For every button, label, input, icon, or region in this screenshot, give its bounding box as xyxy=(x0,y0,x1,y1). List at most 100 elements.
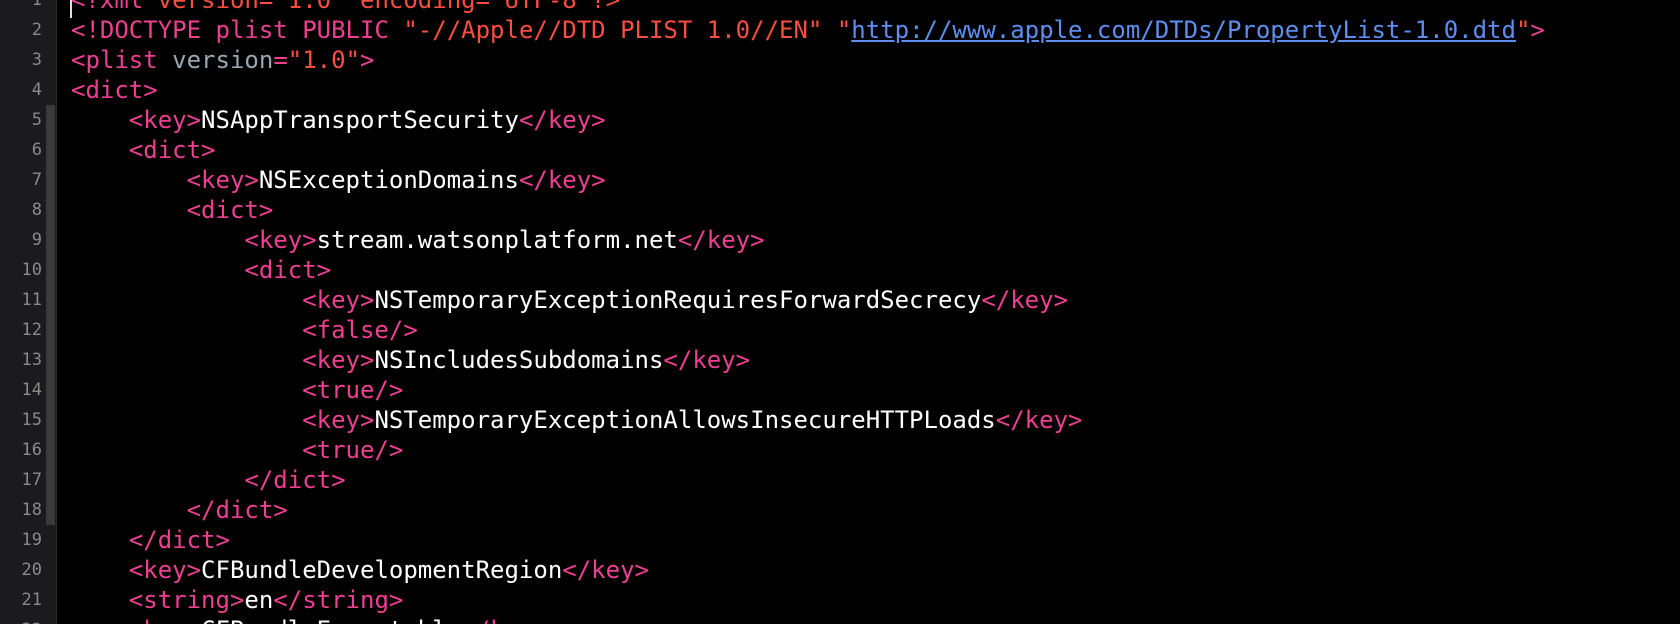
xml-tag: </key> xyxy=(562,556,649,584)
line-number: 13 xyxy=(21,350,42,370)
code-line[interactable]: <string>en</string> xyxy=(71,585,404,615)
line-number: 21 xyxy=(21,590,42,610)
line-number: 14 xyxy=(21,380,42,400)
code-line[interactable]: <dict> xyxy=(71,255,331,285)
xml-tag: </key> xyxy=(461,616,548,624)
code-line[interactable]: <key>NSExceptionDomains</key> xyxy=(71,165,606,195)
xml-tag: </key> xyxy=(677,226,765,254)
line-number-gutter: 12345678910111213141516171819202122 xyxy=(0,0,57,624)
line-number: 22 xyxy=(0,615,42,624)
code-area[interactable]: <?xml version="1.0" encoding="UTF-8"?> <!… xyxy=(57,0,1680,624)
code-line[interactable]: <plist version="1.0"> xyxy=(71,45,374,75)
xml-tag: <dict> xyxy=(244,256,332,284)
text-value: NSTemporaryExceptionRequiresForwardSecre… xyxy=(374,286,982,314)
code-line[interactable]: <dict> xyxy=(71,75,158,105)
code-line[interactable]: <!DOCTYPE plist PUBLIC "-//Apple//DTD PL… xyxy=(71,15,1545,45)
text-value: CFBundleDevelopmentRegion xyxy=(201,556,563,584)
xml-tag: </key> xyxy=(518,166,606,194)
xml-tag: <dict> xyxy=(128,136,216,164)
xml-tag: > xyxy=(1530,16,1545,44)
xml-tag: <!DOCTYPE plist PUBLIC xyxy=(71,16,404,44)
xml-tag: = xyxy=(273,46,288,74)
line-number: 18 xyxy=(21,500,42,520)
xml-tag: <string> xyxy=(128,586,245,614)
line-number: 4 xyxy=(31,80,42,100)
code-line[interactable]: <false/> xyxy=(71,315,418,345)
text-value: en xyxy=(244,586,274,614)
code-line[interactable]: </dict> xyxy=(71,525,230,555)
xml-tag: </string> xyxy=(273,586,404,614)
line-number: 10 xyxy=(21,260,42,280)
url-link[interactable]: http://www.apple.com/DTDs/PropertyList-1… xyxy=(851,16,1516,44)
xml-tag: <false/> xyxy=(302,316,418,344)
text-value: NSAppTransportSecurity xyxy=(201,106,519,134)
code-line[interactable]: <key>CFBundleExecutable</key> xyxy=(71,615,548,624)
code-fold-indicator[interactable] xyxy=(46,285,55,465)
text-value: NSTemporaryExceptionAllowsInsecureHTTPLo… xyxy=(374,406,996,434)
line-number: 11 xyxy=(21,290,42,310)
code-line[interactable]: <key>NSIncludesSubdomains</key> xyxy=(71,345,750,375)
code-line[interactable]: <key>NSTemporaryExceptionAllowsInsecureH… xyxy=(71,405,1082,435)
string-literal: " xyxy=(1515,16,1531,44)
xml-tag: <key> xyxy=(128,556,202,584)
xml-tag: <plist xyxy=(71,46,173,74)
string-literal: "-//Apple//DTD PLIST 1.0//EN" " xyxy=(403,16,852,44)
text-value: CFBundleExecutable xyxy=(201,616,461,624)
code-line[interactable]: </dict> xyxy=(71,465,346,495)
line-number: 19 xyxy=(21,530,42,550)
line-number: 12 xyxy=(21,320,42,340)
code-line[interactable]: <?xml version="1.0" encoding="UTF-8"?> xyxy=(71,0,620,15)
xml-tag: </dict> xyxy=(186,496,288,524)
line-number: 8 xyxy=(31,200,42,220)
xml-tag: <key> xyxy=(302,406,375,434)
code-line[interactable]: <true/> xyxy=(71,375,403,405)
xml-tag: </key> xyxy=(981,286,1069,314)
line-number: 3 xyxy=(31,50,42,70)
xml-tag: <dict> xyxy=(186,196,274,224)
code-line[interactable]: <true/> xyxy=(71,435,403,465)
line-number: 2 xyxy=(31,20,42,40)
xml-tag: </dict> xyxy=(244,466,346,494)
code-line[interactable]: <key>stream.watsonplatform.net</key> xyxy=(71,225,765,255)
code-editor[interactable]: 12345678910111213141516171819202122 <?xm… xyxy=(0,0,1680,624)
xml-tag: > xyxy=(360,46,375,74)
xml-tag: <?xml xyxy=(71,0,158,14)
code-line[interactable]: <key>NSTemporaryExceptionRequiresForward… xyxy=(71,285,1068,315)
line-number: 1 xyxy=(31,0,42,10)
line-number: 16 xyxy=(21,440,42,460)
code-line[interactable]: <key>NSAppTransportSecurity</key> xyxy=(71,105,606,135)
code-line[interactable]: <dict> xyxy=(71,195,274,225)
xml-tag: <key> xyxy=(302,286,375,314)
text-value: stream.watsonplatform.net xyxy=(316,226,678,254)
xml-tag: </key> xyxy=(518,106,606,134)
xml-tag: <key> xyxy=(128,106,202,134)
xml-tag: <key> xyxy=(302,346,375,374)
line-number: 17 xyxy=(21,470,42,490)
text-value: NSIncludesSubdomains xyxy=(374,346,664,374)
xml-tag: <key> xyxy=(129,616,201,624)
xml-tag: <true/> xyxy=(302,376,404,404)
string-literal: "1.0" xyxy=(287,46,361,74)
xml-tag: </key> xyxy=(995,406,1083,434)
xml-tag: <true/> xyxy=(302,436,404,464)
code-line[interactable]: <key>CFBundleDevelopmentRegion</key> xyxy=(71,555,649,585)
code-line[interactable]: </dict> xyxy=(71,495,288,525)
xml-tag: <key> xyxy=(244,226,317,254)
xml-tag: </key> xyxy=(663,346,751,374)
code-line[interactable]: <dict> xyxy=(71,135,216,165)
xml-tag: <dict> xyxy=(71,76,158,104)
line-number: 15 xyxy=(21,410,42,430)
